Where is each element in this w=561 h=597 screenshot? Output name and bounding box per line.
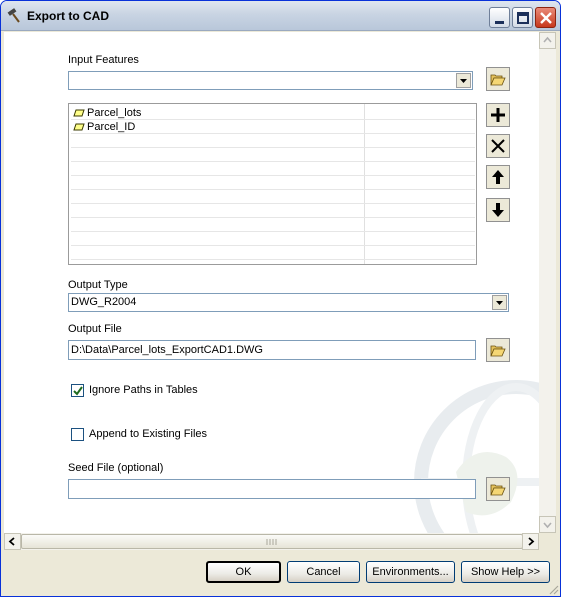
vertical-scrollbar[interactable] — [539, 32, 556, 533]
output-type-value: DWG_R2004 — [71, 296, 137, 308]
ignore-paths-label: Ignore Paths in Tables — [89, 384, 198, 396]
append-label: Append to Existing Files — [89, 428, 208, 440]
list-item[interactable] — [71, 134, 475, 148]
dropdown-button[interactable] — [492, 295, 507, 310]
output-file-field[interactable]: D:\Data\Parcel_lots_ExportCAD1.DWG — [68, 340, 476, 360]
dropdown-button[interactable] — [456, 73, 471, 88]
input-features-browse-button[interactable] — [486, 67, 510, 91]
ok-button[interactable]: OK — [206, 561, 281, 583]
globe-watermark-icon — [414, 380, 539, 533]
cancel-button[interactable]: Cancel — [287, 561, 360, 583]
minimize-icon — [495, 21, 504, 24]
chevron-down-icon — [543, 522, 552, 529]
output-file-label: Output File — [68, 323, 122, 335]
arrow-up-icon — [492, 170, 504, 184]
scroll-right-button[interactable] — [522, 533, 539, 550]
chevron-left-icon — [8, 537, 15, 546]
scroll-left-button[interactable] — [4, 533, 21, 550]
title-bar[interactable]: Export to CAD — [1, 1, 560, 31]
list-item[interactable]: Parcel_lots — [71, 106, 475, 120]
hammer-icon — [7, 8, 20, 23]
scroll-up-button[interactable] — [539, 32, 556, 49]
parameters-pane: Input Features Parcel_lots Parcel_ID Out… — [4, 32, 539, 533]
list-item[interactable] — [71, 246, 475, 260]
seed-file-field[interactable] — [68, 479, 476, 499]
output-type-select[interactable]: DWG_R2004 — [68, 293, 509, 312]
input-features-list[interactable]: Parcel_lots Parcel_ID — [68, 103, 477, 265]
seed-file-browse-button[interactable] — [486, 477, 510, 501]
list-item[interactable] — [71, 232, 475, 246]
open-folder-icon — [490, 484, 506, 496]
seed-file-label: Seed File (optional) — [68, 462, 164, 474]
horizontal-scrollbar[interactable] — [4, 533, 539, 550]
plus-icon — [491, 108, 505, 122]
remove-button[interactable] — [486, 134, 510, 158]
list-item[interactable] — [71, 204, 475, 218]
chevron-down-icon — [460, 79, 467, 83]
list-item[interactable]: Parcel_ID — [71, 120, 475, 134]
open-folder-icon — [490, 74, 506, 86]
move-down-button[interactable] — [486, 198, 510, 222]
append-checkbox[interactable] — [71, 428, 84, 441]
environments-button[interactable]: Environments... — [366, 561, 455, 583]
maximize-button[interactable] — [512, 7, 533, 28]
checkmark-icon — [73, 386, 83, 396]
list-item[interactable] — [71, 218, 475, 232]
chevron-up-icon — [543, 36, 552, 43]
grip-icon — [266, 539, 277, 545]
minimize-button[interactable] — [489, 7, 510, 28]
close-icon — [540, 12, 552, 24]
close-button[interactable] — [535, 7, 556, 28]
chevron-down-icon — [496, 301, 503, 305]
scroll-corner — [539, 533, 556, 550]
output-file-browse-button[interactable] — [486, 338, 510, 362]
move-up-button[interactable] — [486, 165, 510, 189]
scroll-thumb[interactable] — [21, 534, 523, 549]
export-to-cad-dialog: Export to CAD Input Features Parcel_lots… — [0, 0, 561, 597]
input-features-combo[interactable] — [68, 71, 473, 90]
maximize-icon — [517, 12, 529, 24]
layer-name: Parcel_ID — [87, 121, 136, 133]
list-item[interactable] — [71, 162, 475, 176]
polygon-layer-icon — [73, 109, 85, 117]
layer-name: Parcel_lots — [87, 107, 142, 119]
show-help-button[interactable]: Show Help >> — [461, 561, 550, 583]
list-item[interactable] — [71, 148, 475, 162]
arrow-down-icon — [492, 203, 504, 217]
resize-grip-icon[interactable] — [547, 583, 559, 595]
scroll-down-button[interactable] — [539, 516, 556, 533]
ignore-paths-checkbox[interactable] — [71, 384, 84, 397]
output-type-label: Output Type — [68, 279, 128, 291]
open-folder-icon — [490, 345, 506, 357]
list-item[interactable] — [71, 176, 475, 190]
window-title: Export to CAD — [27, 9, 109, 23]
output-file-value: D:\Data\Parcel_lots_ExportCAD1.DWG — [71, 344, 263, 356]
polygon-layer-icon — [73, 123, 85, 131]
list-item[interactable] — [71, 190, 475, 204]
chevron-right-icon — [528, 537, 535, 546]
x-icon — [491, 139, 505, 153]
input-features-label: Input Features — [68, 54, 139, 66]
add-button[interactable] — [486, 103, 510, 127]
